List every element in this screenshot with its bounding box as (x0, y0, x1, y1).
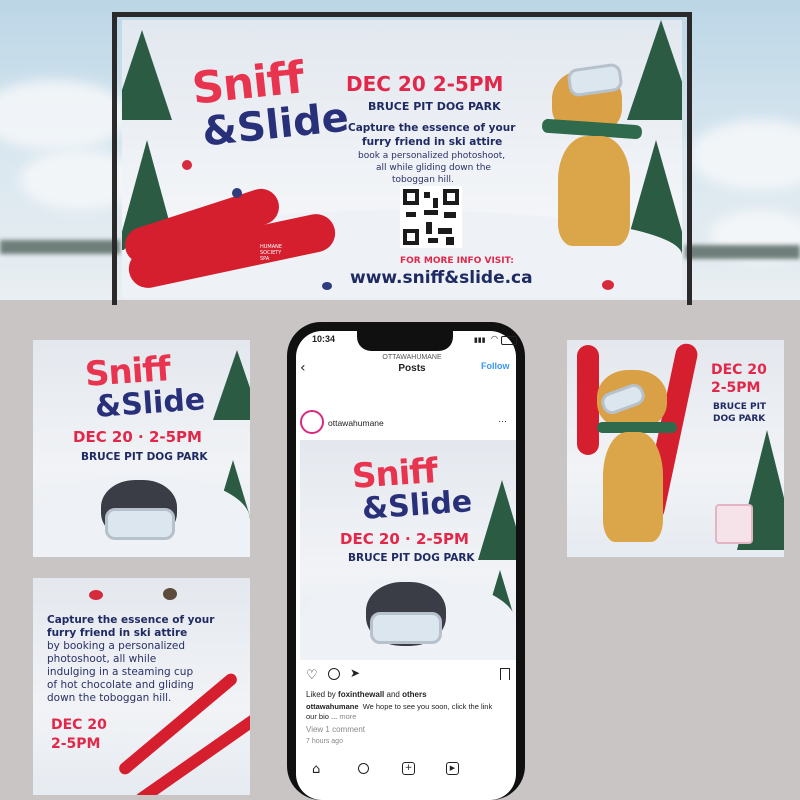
wifi-icon: ◠ (491, 334, 498, 343)
details-line-7: down the toboggan hill. (47, 692, 172, 704)
signal-icon: ▮▮▮ (474, 336, 486, 344)
banner-body-1: book a personalized photoshoot, (358, 151, 506, 161)
card-date: DEC 20 · 2-5PM (73, 428, 202, 446)
ski-goggles (105, 508, 175, 540)
pine-tree (478, 480, 516, 560)
banner-frame-left (112, 12, 117, 305)
comment-icon[interactable] (328, 668, 340, 680)
back-arrow-icon[interactable]: ‹ (300, 360, 306, 376)
search-icon[interactable] (358, 763, 369, 774)
battery-icon (501, 336, 517, 345)
dog-body (603, 432, 663, 542)
caption-line-2: our bio ... more (306, 712, 356, 721)
banner-date: DEC 20 2-5PM (346, 72, 504, 96)
details-line-2: furry friend in ski attire (47, 627, 188, 639)
details-line-3: by booking a personalized (47, 640, 186, 652)
share-icon[interactable]: ➤ (350, 666, 360, 680)
sledder (602, 280, 614, 290)
phone-notch (357, 331, 453, 351)
banner-body-2: all while gliding down the (376, 163, 491, 173)
banner-venue: BRUCE PIT DOG PARK (368, 100, 501, 113)
sledder (89, 590, 103, 600)
caption-more-link[interactable]: more (339, 712, 356, 721)
likes-mid: and (384, 690, 403, 699)
social-card-details: Capture the essence of your furry friend… (33, 578, 250, 795)
dog-card-venue-1: BRUCE PIT (713, 402, 767, 412)
caption-text-2: our bio ... (306, 712, 338, 721)
avatar[interactable] (300, 410, 324, 434)
banner-body-3: toboggan hill. (392, 175, 454, 185)
page-title: Posts (398, 363, 426, 374)
post-username[interactable]: ottawahumane (328, 418, 384, 428)
post-image[interactable]: Sniff &Slide DEC 20 · 2-5PM BRUCE PIT DO… (300, 440, 516, 660)
dog-card-venue-2: DOG PARK (713, 414, 766, 424)
details-line-1: Capture the essence of your (47, 614, 215, 626)
pine-tree (213, 350, 250, 420)
banner-url[interactable]: www.sniff&slide.ca (350, 268, 533, 288)
post-date: DEC 20 · 2-5PM (340, 530, 469, 548)
social-card-dog: DEC 20 2-5PM BRUCE PIT DOG PARK (567, 340, 784, 557)
caption-username[interactable]: ottawahumane (306, 702, 359, 711)
profile-account-name: OTTAWAHUMANE (382, 354, 442, 361)
event-banner: Sniff &Slide DEC 20 2-5PM BRUCE PIT DOG … (122, 20, 682, 298)
post-title-slide: &Slide (360, 484, 474, 527)
hot-chocolate-mug (715, 504, 753, 544)
banner-tagline-1: Capture the essence of your (348, 122, 516, 134)
distant-trees (685, 245, 800, 259)
sledder (322, 282, 332, 290)
card-title-slide: &Slide (93, 382, 207, 425)
likes-prefix: Liked by (306, 690, 339, 699)
home-icon[interactable]: ⌂ (312, 762, 320, 777)
dog-card-date: DEC 20 (711, 362, 767, 378)
pine-tree (122, 30, 172, 120)
bookmark-icon[interactable] (500, 668, 510, 680)
sledder (182, 160, 192, 170)
status-time: 10:34 (312, 334, 336, 344)
details-line-6: of hot chocolate and gliding (47, 679, 194, 691)
more-options-icon[interactable]: ··· (498, 416, 507, 426)
ski-goggles (370, 612, 442, 644)
distant-trees (0, 240, 120, 254)
details-time: 2-5PM (51, 736, 101, 752)
post-timestamp: 7 hours ago (306, 738, 343, 745)
card-venue: BRUCE PIT DOG PARK (81, 451, 208, 463)
red-ski (577, 345, 599, 455)
social-card-title: Sniff &Slide DEC 20 · 2-5PM BRUCE PIT DO… (33, 340, 250, 557)
caption-text: We hope to see you soon, click the link (362, 702, 493, 711)
likes-line: Liked by foxinthewall and others (306, 690, 427, 699)
liked-others[interactable]: others (402, 690, 426, 699)
sponsor-line: SPA (260, 256, 270, 262)
post-venue: BRUCE PIT DOG PARK (348, 552, 475, 564)
banner-info-label: FOR MORE INFO VISIT: (400, 256, 514, 266)
heart-icon[interactable]: ♡ (306, 668, 318, 683)
sledder (232, 188, 242, 198)
liked-user[interactable]: foxinthewall (338, 690, 384, 699)
humane-society-logo: HUMANE SOCIETY SPA (260, 244, 282, 262)
sledder (163, 588, 177, 600)
qr-code[interactable] (400, 186, 462, 248)
reels-icon[interactable]: ▶ (446, 762, 459, 775)
caption: ottawahumane We hope to see you soon, cl… (306, 702, 512, 711)
dog-illustration (541, 60, 643, 250)
banner-frame-right (687, 12, 692, 305)
details-date: DEC 20 (51, 717, 107, 733)
view-comments-link[interactable]: View 1 comment (306, 725, 365, 734)
dog-card-time: 2-5PM (711, 380, 761, 396)
details-line-5: indulging in a steaming cup (47, 666, 194, 678)
follow-button[interactable]: Follow (481, 361, 510, 371)
banner-tagline-2: furry friend in ski attire (362, 136, 503, 148)
add-post-icon[interactable]: + (402, 762, 415, 775)
banner-frame-top (112, 12, 692, 17)
details-line-4: photoshoot, all while (47, 653, 157, 665)
